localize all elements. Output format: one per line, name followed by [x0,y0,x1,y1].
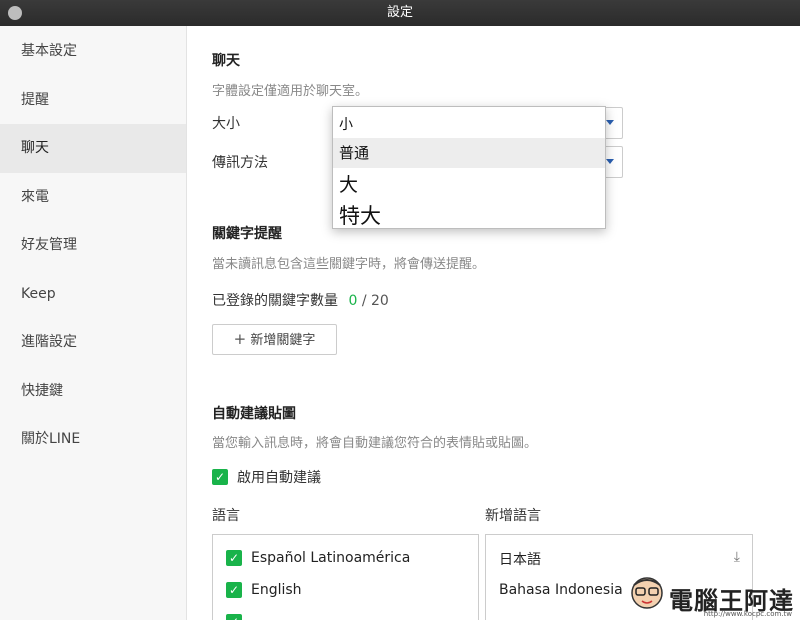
sidebar-item-about[interactable]: 關於LINE [0,415,186,464]
sidebar-item-keep[interactable]: Keep [0,270,186,319]
keyword-count-label: 已登錄的關鍵字數量 [212,293,338,309]
keyword-section-desc: 當未讀訊息包含這些關鍵字時，將會傳送提醒。 [212,257,486,272]
enable-suggest-row[interactable]: ✓ 啟用自動建議 [212,467,321,487]
language-list[interactable]: ✓ Español Latinoamérica ✓ English ✓ [212,534,479,620]
chevron-down-icon [606,159,614,164]
add-language-header: 新增語言 [485,508,541,524]
keyword-count: 已登錄的關鍵字數量 0 / 20 [212,290,389,310]
watermark-url: http://www.kocpc.com.tw [703,610,792,618]
sidebar-item-advanced[interactable]: 進階設定 [0,318,186,367]
list-item[interactable]: ✓ Español Latinoamérica [226,550,410,566]
chat-section-title: 聊天 [212,53,240,69]
window-titlebar: 設定 [0,0,800,26]
font-size-dropdown-menu[interactable]: 小 普通 大 特大 [332,106,606,229]
list-item[interactable]: 日本語 [499,549,541,569]
language-checkbox[interactable]: ✓ [226,582,242,598]
list-item[interactable]: ✓ [226,614,242,620]
plus-icon: + [233,330,247,348]
mascot-logo [631,577,663,609]
download-icon[interactable]: ⤓ [734,549,740,565]
sticker-section-title: 自動建議貼圖 [212,406,296,422]
sidebar-item-basic[interactable]: 基本設定 [0,27,186,76]
sidebar-item-calls[interactable]: 來電 [0,173,186,222]
sidebar-item-notifications[interactable]: 提醒 [0,76,186,125]
dropdown-selected-value[interactable]: 小 [333,114,605,134]
add-keyword-button[interactable]: + 新增關鍵字 [212,324,337,355]
window-title: 設定 [386,5,413,20]
sidebar: 基本設定 提醒 聊天 來電 好友管理 Keep 進階設定 快捷鍵 關於LINE [0,26,187,620]
add-keyword-label: 新增關鍵字 [250,333,316,348]
dropdown-option-normal[interactable]: 普通 [333,138,605,168]
sidebar-item-chat[interactable]: 聊天 [0,124,186,173]
language-header: 語言 [212,508,240,524]
chevron-down-icon [606,120,614,125]
send-method-label: 傳訊方法 [212,155,268,171]
font-size-label: 大小 [212,116,240,132]
sidebar-item-shortcuts[interactable]: 快捷鍵 [0,367,186,416]
keyword-count-value: 0 [348,293,358,309]
sidebar-item-friends[interactable]: 好友管理 [0,221,186,270]
chat-section-desc: 字體設定僅適用於聊天室。 [212,84,369,99]
dropdown-option-large[interactable]: 大 [333,170,605,197]
language-checkbox[interactable]: ✓ [226,614,242,620]
keyword-section-title: 關鍵字提醒 [212,226,282,242]
enable-suggest-label: 啟用自動建議 [237,470,321,486]
language-checkbox[interactable]: ✓ [226,550,242,566]
close-window-button[interactable] [8,6,22,20]
language-label: English [251,582,302,598]
sticker-section-desc: 當您輸入訊息時，將會自動建議您符合的表情貼或貼圖。 [212,436,538,451]
dropdown-option-xlarge[interactable]: 特大 [333,200,605,230]
list-item[interactable]: Bahasa Indonesia [499,582,623,598]
list-item[interactable]: ✓ English [226,582,302,598]
enable-suggest-checkbox[interactable]: ✓ [212,469,228,485]
language-label: Español Latinoamérica [251,550,411,566]
keyword-count-max: / 20 [361,293,389,309]
